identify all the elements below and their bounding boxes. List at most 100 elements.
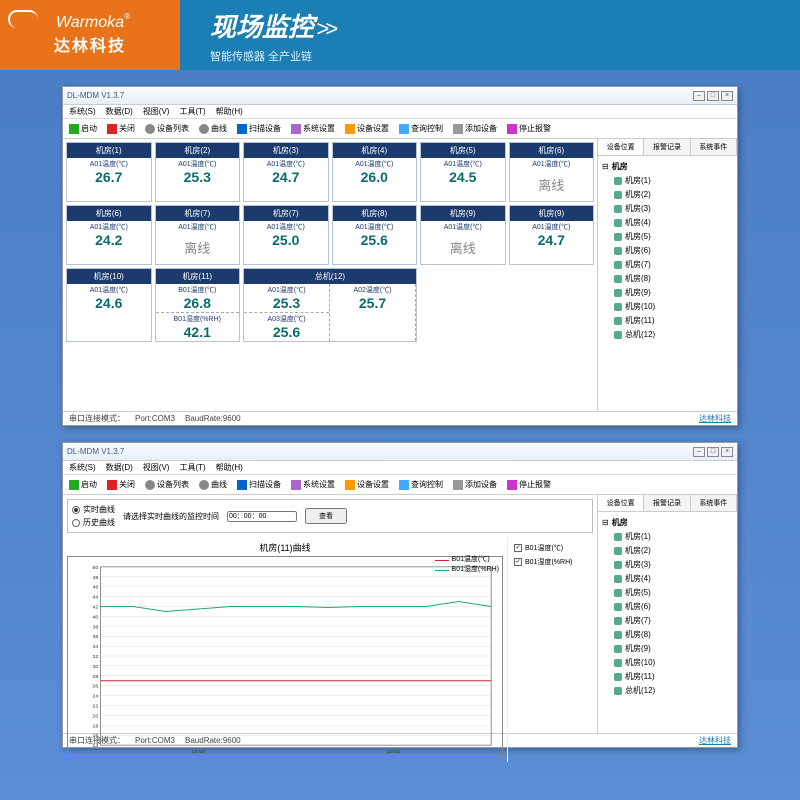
toolbar-add[interactable]: 添加设备	[453, 479, 497, 490]
menu-item[interactable]: 帮助(H)	[216, 106, 243, 117]
window-titlebar[interactable]: DL-MDM V1.3.7 – □ ×	[63, 443, 737, 461]
series-checkbox[interactable]: ✓B01湿度(%RH)	[514, 557, 591, 567]
tree-item[interactable]: 总机(12)	[602, 328, 733, 342]
tree-item[interactable]: 机房(3)	[602, 202, 733, 216]
device-cell[interactable]: 机房(1)A01温度(℃)26.7	[66, 142, 152, 202]
device-tree: ⊟ 机房机房(1)机房(2)机房(3)机房(4)机房(5)机房(6)机房(7)机…	[598, 156, 737, 411]
close-button[interactable]: ×	[721, 447, 733, 457]
minimize-button[interactable]: –	[693, 91, 705, 101]
tree-item[interactable]: 机房(3)	[602, 558, 733, 572]
tree-root[interactable]: ⊟ 机房	[602, 160, 733, 174]
svg-text:34: 34	[92, 644, 98, 650]
radio-realtime[interactable]: 实时曲线	[72, 504, 115, 515]
query-button[interactable]: 查看	[305, 508, 347, 524]
scan-icon	[237, 124, 247, 134]
sidebar-tab[interactable]: 报警记录	[644, 139, 690, 155]
device-cell[interactable]: 机房(6)A01温度(℃)离线	[509, 142, 595, 202]
menu-item[interactable]: 视图(V)	[143, 462, 170, 473]
sidebar-tab[interactable]: 报警记录	[644, 495, 690, 511]
tree-item[interactable]: 机房(2)	[602, 188, 733, 202]
tree-item[interactable]: 机房(10)	[602, 656, 733, 670]
menu-item[interactable]: 工具(T)	[179, 462, 205, 473]
device-cell[interactable]: 机房(11)B01温度(℃)26.8B01湿度(%RH)42.1	[155, 268, 241, 342]
menu-item[interactable]: 工具(T)	[179, 106, 205, 117]
toolbar-sys[interactable]: 系统设置	[291, 123, 335, 134]
menu-item[interactable]: 系统(S)	[69, 462, 96, 473]
device-cell[interactable]: 机房(9)A01温度(℃)24.7	[509, 205, 595, 265]
tree-item[interactable]: 机房(5)	[602, 586, 733, 600]
tree-item[interactable]: 机房(7)	[602, 614, 733, 628]
toolbar-sys[interactable]: 系统设置	[291, 479, 335, 490]
toolbar-alert[interactable]: 停止报警	[507, 479, 551, 490]
toolbar-stop[interactable]: 关闭	[107, 123, 135, 134]
menu-item[interactable]: 数据(D)	[106, 106, 133, 117]
toolbar-play[interactable]: 启动	[69, 479, 97, 490]
sidebar-tab[interactable]: 设备位置	[598, 495, 644, 511]
tree-item[interactable]: 机房(6)	[602, 600, 733, 614]
sidebar-tab[interactable]: 系统事件	[691, 139, 737, 155]
tree-item[interactable]: 机房(8)	[602, 628, 733, 642]
sidebar-tab[interactable]: 设备位置	[598, 139, 644, 155]
tree-item[interactable]: 机房(9)	[602, 286, 733, 300]
device-cell[interactable]: 总机(12)A01温度(℃)25.3A03温度(℃)25.6A02温度(℃)25…	[243, 268, 417, 342]
brand-link[interactable]: 达林科技	[699, 735, 731, 746]
tree-item[interactable]: 机房(1)	[602, 530, 733, 544]
device-cell[interactable]: 机房(8)A01温度(℃)25.6	[332, 205, 418, 265]
tree-item[interactable]: 机房(6)	[602, 244, 733, 258]
series-checkbox[interactable]: ✓B01温度(℃)	[514, 543, 591, 553]
device-cell[interactable]: 机房(7)A01温度(℃)离线	[155, 205, 241, 265]
tree-item[interactable]: 机房(10)	[602, 300, 733, 314]
radio-history[interactable]: 历史曲线	[72, 517, 115, 528]
toolbar-dev[interactable]: 设备设置	[345, 479, 389, 490]
device-cell[interactable]: 机房(10)A01温度(℃)24.6	[66, 268, 152, 342]
brand-link[interactable]: 达林科技	[699, 413, 731, 424]
sidebar-tab[interactable]: 系统事件	[691, 495, 737, 511]
toolbar-ctrl[interactable]: 查询控制	[399, 123, 443, 134]
menu-item[interactable]: 视图(V)	[143, 106, 170, 117]
toolbar-add[interactable]: 添加设备	[453, 123, 497, 134]
device-icon	[614, 303, 622, 311]
tree-item[interactable]: 机房(11)	[602, 670, 733, 684]
maximize-button[interactable]: □	[707, 91, 719, 101]
window-titlebar[interactable]: DL-MDM V1.3.7 – □ ×	[63, 87, 737, 105]
toolbar-curve[interactable]: 曲线	[199, 123, 227, 134]
toolbar-gear[interactable]: 设备列表	[145, 123, 189, 134]
toolbar-gear[interactable]: 设备列表	[145, 479, 189, 490]
tree-item[interactable]: 机房(11)	[602, 314, 733, 328]
device-icon	[614, 659, 622, 667]
device-icon	[614, 589, 622, 597]
device-cell[interactable]: 机房(9)A01温度(℃)离线	[420, 205, 506, 265]
toolbar-stop[interactable]: 关闭	[107, 479, 135, 490]
tree-item[interactable]: 机房(7)	[602, 258, 733, 272]
tree-item[interactable]: 总机(12)	[602, 684, 733, 698]
tree-item[interactable]: 机房(8)	[602, 272, 733, 286]
device-cell[interactable]: 机房(2)A01温度(℃)25.3	[155, 142, 241, 202]
device-cell[interactable]: 机房(3)A01温度(℃)24.7	[243, 142, 329, 202]
toolbar-play[interactable]: 启动	[69, 123, 97, 134]
toolbar-scan[interactable]: 扫描设备	[237, 123, 281, 134]
tree-item[interactable]: 机房(1)	[602, 174, 733, 188]
tree-item[interactable]: 机房(2)	[602, 544, 733, 558]
maximize-button[interactable]: □	[707, 447, 719, 457]
tree-root[interactable]: ⊟ 机房	[602, 516, 733, 530]
device-cell[interactable]: 机房(6)A01温度(℃)24.2	[66, 205, 152, 265]
tree-item[interactable]: 机房(9)	[602, 642, 733, 656]
close-button[interactable]: ×	[721, 91, 733, 101]
device-cell[interactable]: 机房(7)A01温度(℃)25.0	[243, 205, 329, 265]
device-cell[interactable]: 机房(4)A01温度(℃)26.0	[332, 142, 418, 202]
tree-item[interactable]: 机房(5)	[602, 230, 733, 244]
toolbar-dev[interactable]: 设备设置	[345, 123, 389, 134]
toolbar-alert[interactable]: 停止报警	[507, 123, 551, 134]
menu-item[interactable]: 帮助(H)	[216, 462, 243, 473]
toolbar-ctrl[interactable]: 查询控制	[399, 479, 443, 490]
toolbar-scan[interactable]: 扫描设备	[237, 479, 281, 490]
cloud-icon	[8, 10, 38, 28]
tree-item[interactable]: 机房(4)	[602, 572, 733, 586]
toolbar-curve[interactable]: 曲线	[199, 479, 227, 490]
device-cell[interactable]: 机房(5)A01温度(℃)24.5	[420, 142, 506, 202]
menu-item[interactable]: 系统(S)	[69, 106, 96, 117]
menu-item[interactable]: 数据(D)	[106, 462, 133, 473]
tree-item[interactable]: 机房(4)	[602, 216, 733, 230]
minimize-button[interactable]: –	[693, 447, 705, 457]
time-input[interactable]	[227, 511, 297, 522]
